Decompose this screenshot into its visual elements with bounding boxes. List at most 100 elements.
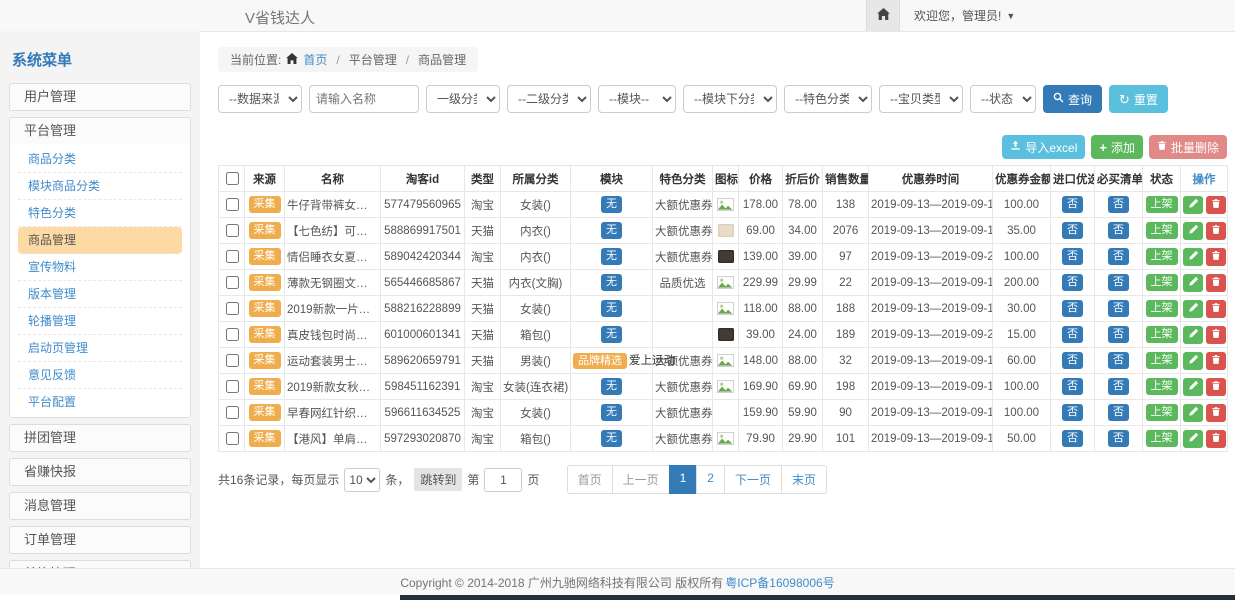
module-cell: 无 (571, 192, 653, 218)
delete-button[interactable] (1206, 326, 1226, 344)
page-button-5[interactable]: 末页 (781, 465, 827, 494)
delete-button[interactable] (1206, 300, 1226, 318)
name-cell: 2019新款女秋薄款... (285, 374, 381, 400)
module-select[interactable]: --模块-- (598, 85, 676, 113)
image-placeholder-icon (717, 199, 734, 211)
row-checkbox[interactable] (226, 276, 239, 289)
sidebar-section-header-3[interactable]: 省赚快报 (10, 459, 190, 485)
data-source-select[interactable]: --数据来源-- (218, 85, 302, 113)
sidebar-section-header-5[interactable]: 订单管理 (10, 527, 190, 553)
row-checkbox[interactable] (226, 198, 239, 211)
edit-button[interactable] (1183, 248, 1203, 266)
sidebar-item-9[interactable]: 平台配置 (18, 389, 182, 415)
category-cell: 女装() (501, 400, 571, 426)
jump-page-input[interactable] (484, 468, 522, 492)
icon-cell (713, 270, 739, 296)
column-header-10: 折后价 (783, 166, 823, 192)
row-checkbox[interactable] (226, 432, 239, 445)
product-thumbnail (718, 328, 734, 341)
page-button-2[interactable]: 1 (669, 465, 698, 494)
coupon-time-cell: 2019-09-13—2019-09-19 (869, 296, 993, 322)
taoke-id-cell: 588216228899 (381, 296, 465, 322)
type-cell: 天猫 (465, 348, 501, 374)
refresh-icon: ↻ (1119, 93, 1130, 106)
sidebar-item-8[interactable]: 意见反馈 (18, 362, 182, 389)
edit-button[interactable] (1183, 196, 1203, 214)
feature-category-select[interactable]: --特色分类-- (784, 85, 872, 113)
edit-button[interactable] (1183, 326, 1203, 344)
import-select-cell: 否 (1051, 296, 1095, 322)
sidebar-item-5[interactable]: 版本管理 (18, 281, 182, 308)
sidebar-section-header-4[interactable]: 消息管理 (10, 493, 190, 519)
delete-button[interactable] (1206, 222, 1226, 240)
pencil-icon (1188, 379, 1199, 394)
row-checkbox[interactable] (226, 380, 239, 393)
module-sub-category-select[interactable]: --模块下分类-- (683, 85, 777, 113)
sidebar-section-header-1[interactable]: 平台管理 (10, 118, 190, 144)
sales-cell: 90 (823, 400, 869, 426)
price-cell: 118.00 (739, 296, 783, 322)
icp-link[interactable]: 粤ICP备16098006号 (725, 574, 834, 591)
price-cell: 178.00 (739, 192, 783, 218)
edit-button[interactable] (1183, 378, 1203, 396)
add-button[interactable]: + 添加 (1091, 135, 1143, 159)
operations-cell (1181, 192, 1228, 218)
edit-button[interactable] (1183, 404, 1203, 422)
edit-button[interactable] (1183, 222, 1203, 240)
level1-category-select[interactable]: 一级分类 (426, 85, 500, 113)
page-button-0[interactable]: 首页 (567, 465, 613, 494)
edit-button[interactable] (1183, 274, 1203, 292)
row-checkbox[interactable] (226, 224, 239, 237)
column-header-6: 模块 (571, 166, 653, 192)
row-checkbox[interactable] (226, 406, 239, 419)
edit-button[interactable] (1183, 430, 1203, 448)
import-excel-button[interactable]: 导入excel (1002, 135, 1085, 159)
row-checkbox[interactable] (226, 354, 239, 367)
home-button[interactable] (866, 0, 900, 31)
feature-cell: 大额优惠券 (653, 244, 713, 270)
price-cell: 79.90 (739, 426, 783, 452)
delete-button[interactable] (1206, 352, 1226, 370)
page-button-3[interactable]: 2 (696, 465, 725, 494)
batch-delete-button[interactable]: 批量删除 (1149, 135, 1227, 159)
delete-button[interactable] (1206, 430, 1226, 448)
sidebar-item-1[interactable]: 模块商品分类 (18, 173, 182, 200)
delete-button[interactable] (1206, 248, 1226, 266)
delete-button[interactable] (1206, 404, 1226, 422)
sidebar-section-header-2[interactable]: 拼团管理 (10, 425, 190, 451)
reset-button[interactable]: ↻ 重置 (1109, 85, 1168, 113)
row-checkbox[interactable] (226, 328, 239, 341)
sidebar-item-0[interactable]: 商品分类 (18, 146, 182, 173)
item-type-select[interactable]: --宝贝类型-- (879, 85, 963, 113)
select-all-checkbox[interactable] (226, 172, 239, 185)
per-page-select[interactable]: 10 (344, 468, 380, 492)
delete-button[interactable] (1206, 196, 1226, 214)
row-checkbox[interactable] (226, 302, 239, 315)
page-button-1[interactable]: 上一页 (612, 465, 670, 494)
sidebar-section-header-0[interactable]: 用户管理 (10, 84, 190, 110)
status-select[interactable]: --状态-- (970, 85, 1036, 113)
source-cell: 采集 (245, 348, 285, 374)
edit-button[interactable] (1183, 300, 1203, 318)
jump-button[interactable]: 跳转到 (414, 468, 462, 491)
discount-price-cell: 69.90 (783, 374, 823, 400)
coupon-amount-cell: 15.00 (993, 322, 1051, 348)
sidebar-item-3[interactable]: 商品管理 (18, 227, 182, 254)
search-button[interactable]: 查询 (1043, 85, 1102, 113)
sidebar-item-7[interactable]: 启动页管理 (18, 335, 182, 362)
delete-button[interactable] (1206, 274, 1226, 292)
sidebar-item-6[interactable]: 轮播管理 (18, 308, 182, 335)
sidebar-item-4[interactable]: 宣传物料 (18, 254, 182, 281)
sales-cell: 97 (823, 244, 869, 270)
edit-button[interactable] (1183, 352, 1203, 370)
level2-category-select[interactable]: --二级分类-- (507, 85, 591, 113)
type-cell: 天猫 (465, 218, 501, 244)
user-menu[interactable]: 欢迎您，管理员! ▼ (914, 7, 1015, 24)
page-button-4[interactable]: 下一页 (724, 465, 782, 494)
row-checkbox[interactable] (226, 250, 239, 263)
sidebar-item-2[interactable]: 特色分类 (18, 200, 182, 227)
column-header-11: 销售数量 (823, 166, 869, 192)
breadcrumb-home-link[interactable]: 首页 (303, 51, 327, 68)
delete-button[interactable] (1206, 378, 1226, 396)
name-search-input[interactable] (309, 85, 419, 113)
